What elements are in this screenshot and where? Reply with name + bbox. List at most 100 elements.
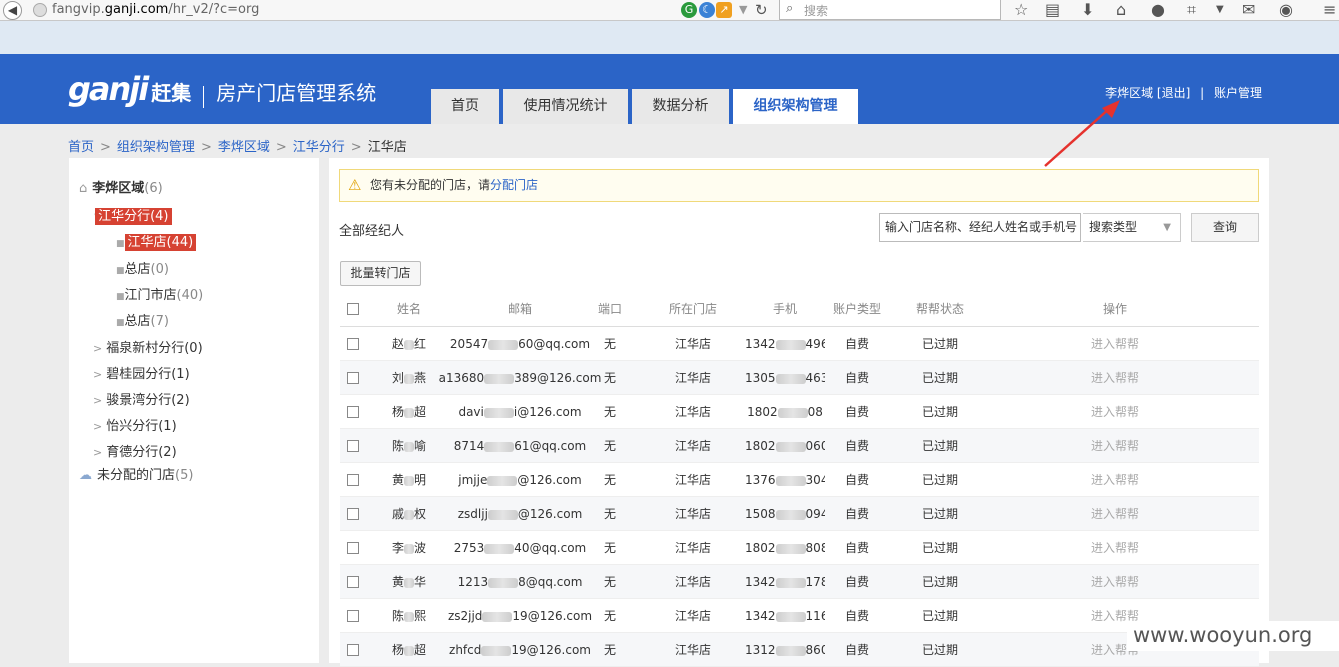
crop-icon[interactable]: ⌗ <box>1187 0 1196 20</box>
search-type-select[interactable]: 搜索类型 ▼ <box>1083 213 1181 242</box>
download-icon[interactable]: ⬇ <box>1081 0 1094 20</box>
table-row[interactable]: 刘燕 a13680 389@126.com 无江华店 1305 463 自费 已过期 进入帮帮 <box>340 361 1259 395</box>
select-all-checkbox[interactable] <box>346 291 360 327</box>
home-icon[interactable]: ⌂ <box>1116 0 1126 20</box>
tab-home[interactable]: 首页 <box>431 89 499 124</box>
chat-icon[interactable]: ● <box>1151 0 1165 20</box>
tree-branch-jianghua[interactable]: ∨江华分行(4) <box>93 205 182 225</box>
user-name[interactable]: 李烨区域 <box>1105 86 1153 100</box>
dropdown-arrow-icon[interactable]: ▼ <box>739 0 747 20</box>
enter-bangbang-link[interactable]: 进入帮帮 <box>1070 463 1160 497</box>
table-row[interactable]: 陈喻 8714 61@qq.com 无江华店 1802 060 自费 已过期 进入帮帮 <box>340 429 1259 463</box>
batch-transfer-button[interactable]: 批量转门店 <box>340 261 421 286</box>
row-checkbox[interactable] <box>346 633 360 667</box>
agent-email-end: i@126.com <box>513 405 582 419</box>
enter-bangbang-link[interactable]: 进入帮帮 <box>1070 531 1160 565</box>
row-checkbox[interactable] <box>346 395 360 429</box>
table-row[interactable]: 赵红 20547 60@qq.com 无江华店 1342 496 自费 已过期 进入帮帮 <box>340 327 1259 361</box>
enter-bangbang-link[interactable]: 进入帮帮 <box>1070 429 1160 463</box>
account-management-link[interactable]: 账户管理 <box>1214 86 1262 100</box>
table-row[interactable]: 杨超 davi i@126.com 无江华店 1802 08 自费 已过期 进入帮帮 <box>340 395 1259 429</box>
redaction-blur <box>484 373 515 384</box>
address-bar[interactable]: fangvip.ganji.com/hr_v2/?c=org <box>52 2 259 17</box>
agent-account-type: 自费 <box>844 371 869 385</box>
tree-branch-item[interactable]: > 怡兴分行(1) <box>93 415 177 434</box>
tab-data-analysis[interactable]: 数据分析 <box>632 89 729 124</box>
menu-caret-icon[interactable]: ▼ <box>1216 0 1224 20</box>
breadcrumb-branch[interactable]: 江华分行 <box>293 140 345 155</box>
logo[interactable]: ganji 赶集 房产门店管理系统 <box>68 70 376 108</box>
search-input[interactable]: 输入门店名称、经纪人姓名或手机号 <box>879 213 1081 242</box>
tree-store-item[interactable]: ■ 江华店(44) <box>116 231 197 251</box>
tree-store-item[interactable]: ■江门市店(40) <box>116 284 203 303</box>
tree-branch-item[interactable]: > 碧桂园分行(1) <box>93 363 190 382</box>
tree-store-item[interactable]: ■总店(0) <box>116 258 169 277</box>
table-row[interactable]: 李波 2753 40@qq.com 无江华店 1802 808 自费 已过期 进入帮帮 <box>340 531 1259 565</box>
agent-account-type: 自费 <box>844 405 869 419</box>
bullet-icon: ■ <box>116 292 125 302</box>
table-row[interactable]: 陈熙 zs2jjd 19@126.com 无江华店 1342 116 自费 已过期 进入帮帮 <box>340 599 1259 633</box>
agent-name-start: 刘 <box>391 371 404 385</box>
message-icon[interactable]: ✉ <box>1242 0 1255 20</box>
table-row[interactable]: 杨超zhfcd19@126.com无江华店13128608自费已过期进入帮帮 <box>340 633 1259 667</box>
hamburger-icon[interactable]: ≡ <box>1323 0 1336 20</box>
checkbox-box <box>347 507 359 520</box>
enter-bangbang-link[interactable]: 进入帮帮 <box>1070 565 1160 599</box>
agent-name-start: 黄 <box>391 575 404 589</box>
tree-root-region[interactable]: ⌂ 李烨区域(6) <box>79 177 163 196</box>
row-checkbox[interactable] <box>346 429 360 463</box>
row-checkbox[interactable] <box>346 565 360 599</box>
row-checkbox[interactable] <box>346 531 360 565</box>
assign-store-link[interactable]: 分配门店 <box>490 178 538 192</box>
tree-unassigned-stores[interactable]: ☁ 未分配的门店(5) <box>79 464 193 483</box>
tree-branch-item[interactable]: > 育德分行(2) <box>93 441 177 460</box>
row-checkbox[interactable] <box>346 361 360 395</box>
agent-port: 无 <box>603 439 616 453</box>
logo-chinese: 赶集 <box>151 81 192 105</box>
redaction-blur <box>775 509 806 520</box>
row-checkbox[interactable] <box>346 327 360 361</box>
breadcrumb-home[interactable]: 首页 <box>68 140 94 155</box>
enter-bangbang-link[interactable]: 进入帮帮 <box>1070 395 1160 429</box>
branch-count: (1) <box>158 419 177 434</box>
store-label: 总店 <box>124 262 151 277</box>
agent-email-end: 19@126.com <box>511 643 591 657</box>
browser-toolbar: ◀ fangvip.ganji.com/hr_v2/?c=org G ☾ ↗ ▼… <box>0 0 1339 21</box>
chart-extension-icon[interactable]: ↗ <box>716 2 732 18</box>
tab-org-structure[interactable]: 组织架构管理 <box>733 89 858 124</box>
tab-usage-stats[interactable]: 使用情况统计 <box>503 89 628 124</box>
agent-name-start: 赵 <box>391 337 404 351</box>
globe-menu-icon[interactable]: ◉ <box>1279 0 1293 20</box>
enter-bangbang-link[interactable]: 进入帮帮 <box>1070 361 1160 395</box>
query-button[interactable]: 查询 <box>1191 213 1259 242</box>
star-icon[interactable]: ☆ <box>1014 0 1028 20</box>
unassigned-label: 未分配的门店 <box>97 468 176 483</box>
row-checkbox[interactable] <box>346 463 360 497</box>
table-row[interactable]: 黄华12138@qq.com无江华店13421784自费已过期进入帮帮 <box>340 565 1259 599</box>
redaction-blur <box>488 339 519 350</box>
tree-branch-item[interactable]: > 骏景湾分行(2) <box>93 389 190 408</box>
row-checkbox[interactable] <box>346 497 360 531</box>
table-row[interactable]: 黄明 jmjje @126.com 无江华店 1376 304 自费 已过期 进入帮帮 <box>340 463 1259 497</box>
row-checkbox[interactable] <box>346 599 360 633</box>
chevron-right-icon: > <box>93 342 103 355</box>
green-g-extension-icon[interactable]: G <box>681 2 697 18</box>
agent-email-end: @126.com <box>517 473 582 487</box>
agent-status: 已过期 <box>921 337 958 351</box>
tree-store-item[interactable]: ■总店(7) <box>116 310 169 329</box>
reload-icon[interactable]: ↻ <box>755 0 768 20</box>
site-header: ganji 赶集 房产门店管理系统 首页 使用情况统计 数据分析 组织架构管理 李烨… <box>0 54 1339 124</box>
blue-moon-extension-icon[interactable]: ☾ <box>699 2 715 18</box>
enter-bangbang-link[interactable]: 进入帮帮 <box>1070 497 1160 531</box>
breadcrumb-region[interactable]: 李烨区域 <box>218 140 270 155</box>
browser-search-input[interactable]: ⌕ 搜索 <box>779 0 1001 20</box>
breadcrumb-org[interactable]: 组织架构管理 <box>117 140 195 155</box>
table-row[interactable]: 戚权 zsdljj @126.com 无江华店 1508 094 自费 已过期 进入帮帮 <box>340 497 1259 531</box>
tree-branch-item[interactable]: > 福泉新村分行(0) <box>93 337 203 356</box>
logo-latin: ganji <box>68 70 149 108</box>
reading-list-icon[interactable]: ▤ <box>1045 0 1060 20</box>
checkbox-box <box>347 643 359 656</box>
back-arrow-icon[interactable]: ◀ <box>3 1 22 20</box>
logout-link[interactable]: [退出] <box>1157 86 1190 100</box>
enter-bangbang-link[interactable]: 进入帮帮 <box>1070 327 1160 361</box>
